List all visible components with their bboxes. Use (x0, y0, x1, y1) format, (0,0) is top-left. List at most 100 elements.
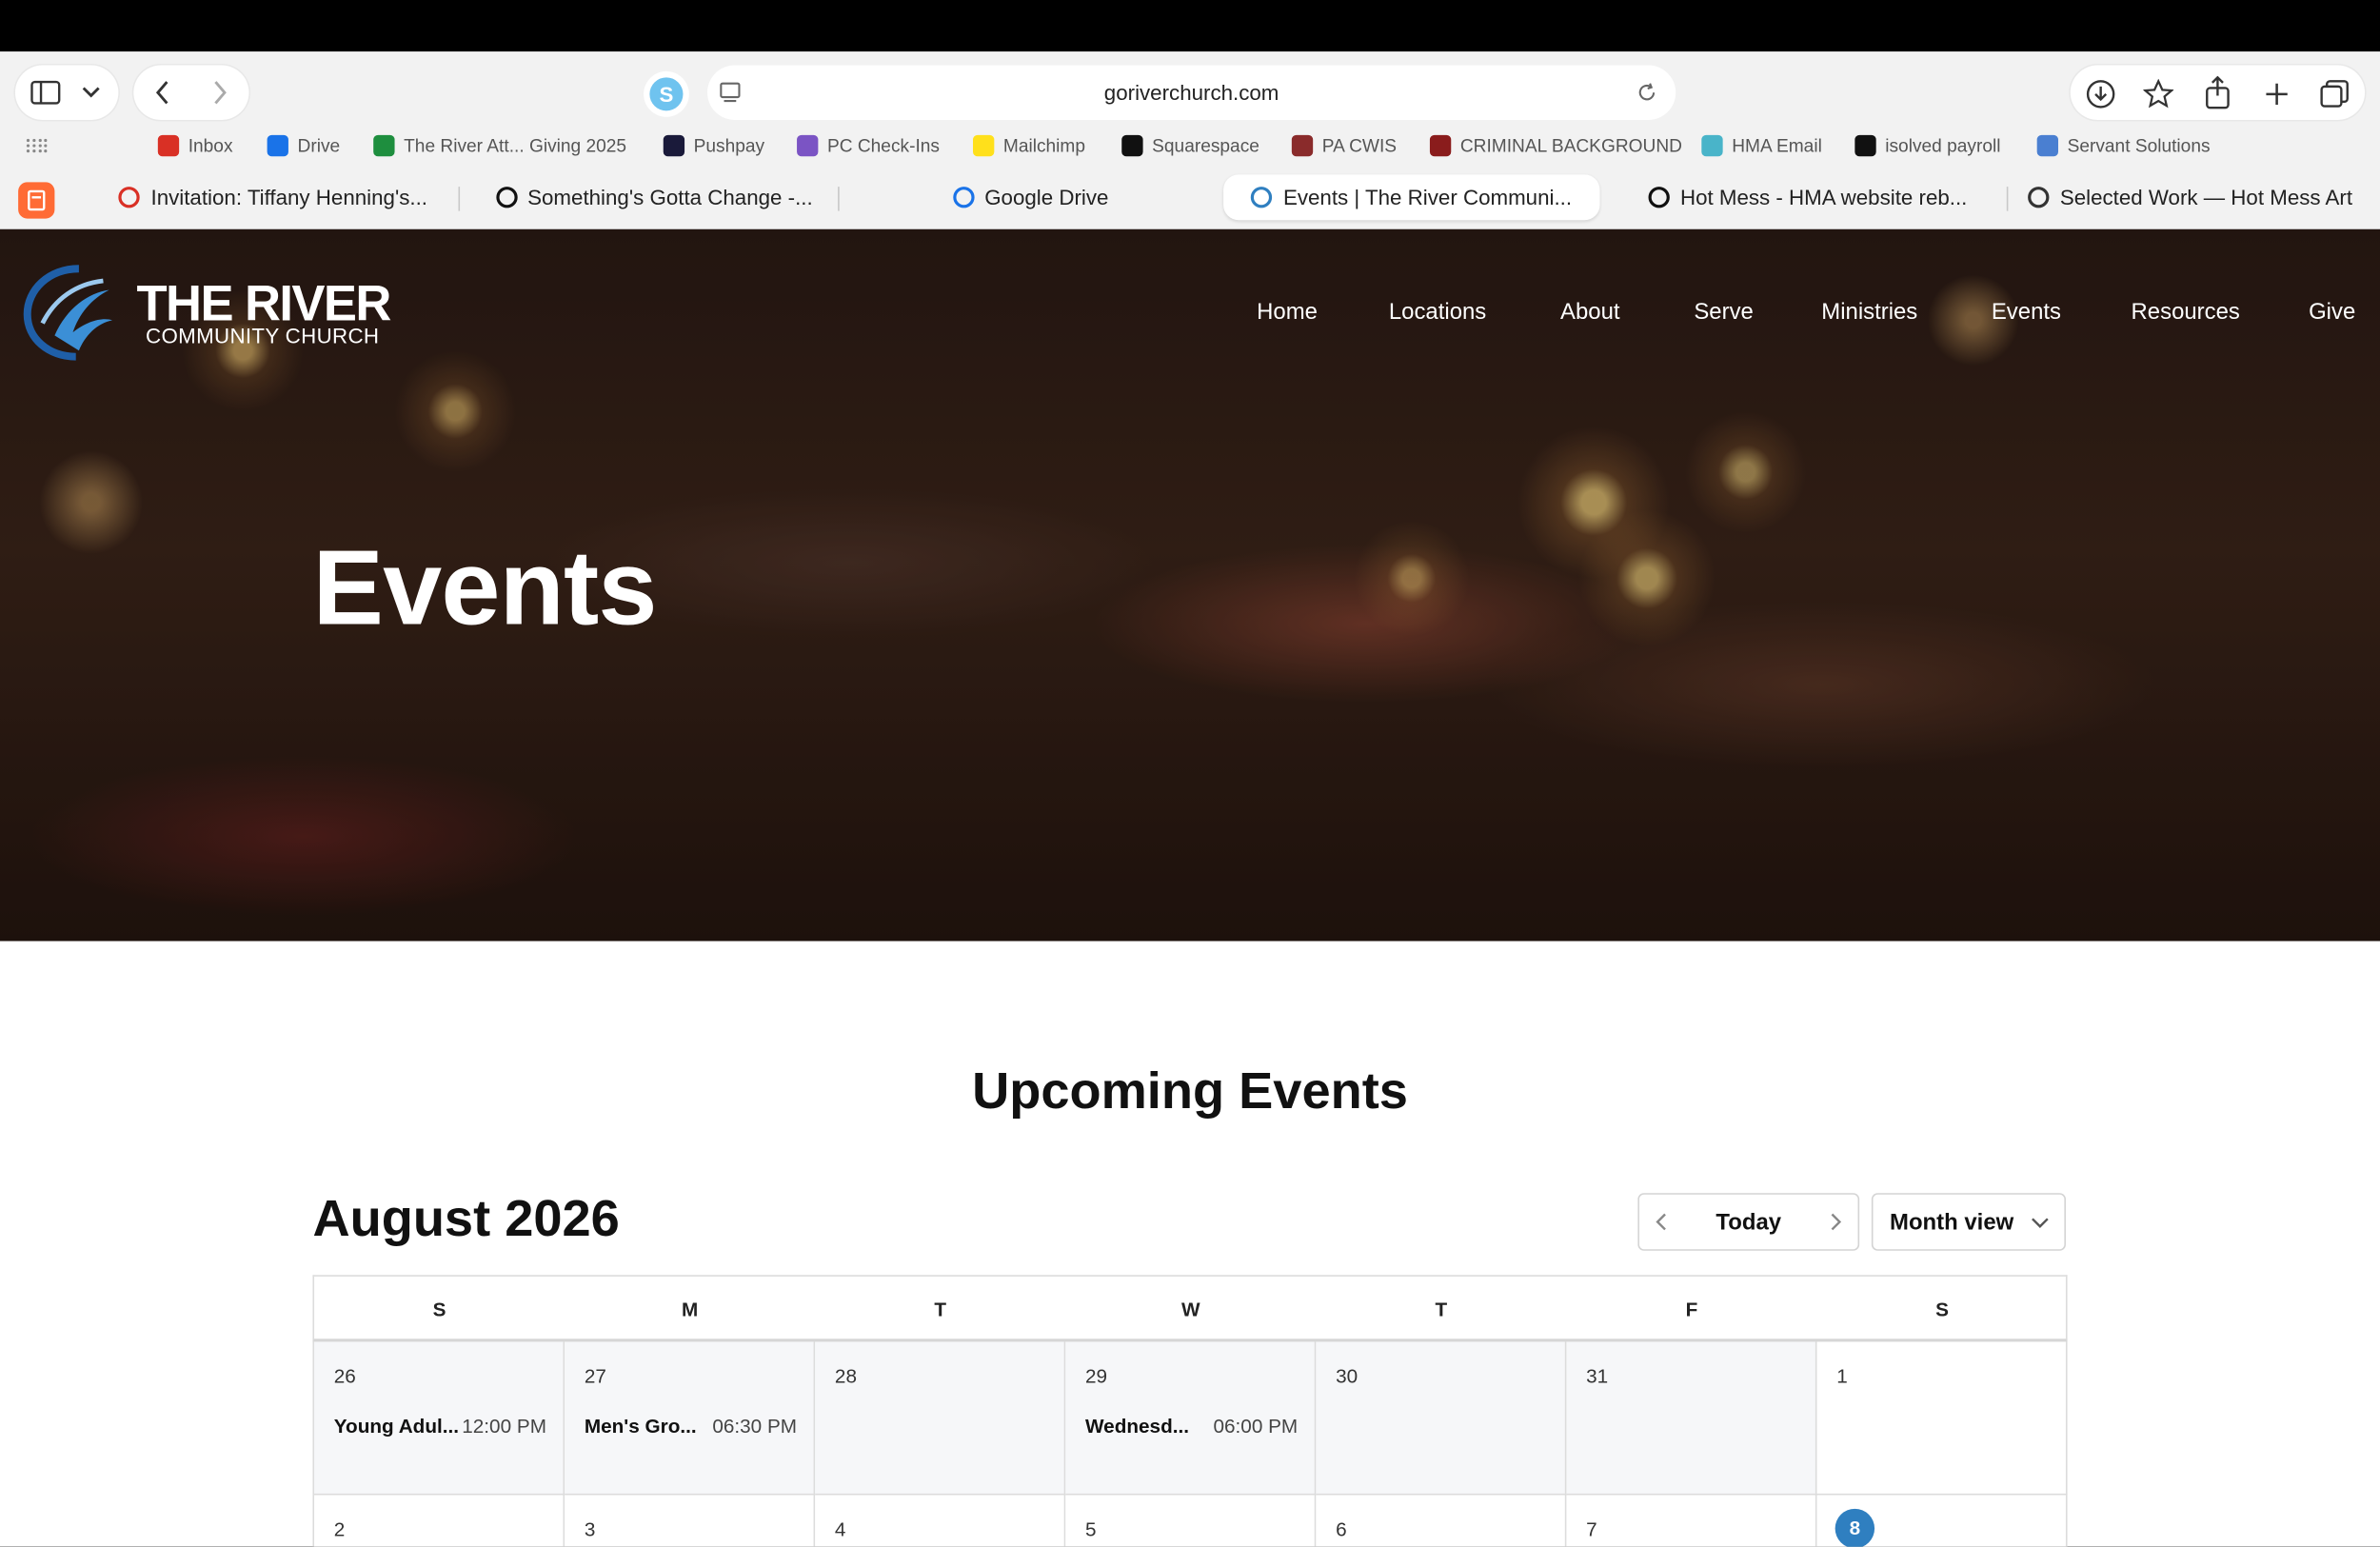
weekday-sun: S (432, 1298, 446, 1321)
forward-icon[interactable] (207, 77, 234, 108)
browser-tab-4[interactable]: Events | The River Communi... (1223, 174, 1600, 221)
reload-icon[interactable] (1634, 79, 1661, 107)
today-date-badge: 8 (1835, 1508, 1875, 1547)
day-number: 31 (1586, 1364, 1609, 1388)
bookmark-label: PC Check-Ins (826, 134, 940, 157)
bookmark-5[interactable]: PC Check-Ins (797, 134, 940, 157)
gmail-icon (119, 187, 141, 208)
view-select[interactable]: Month view (1871, 1193, 2066, 1251)
bookmark-12[interactable]: Servant Solutions (2036, 134, 2211, 157)
back-icon[interactable] (149, 77, 176, 108)
extension-s-icon[interactable]: S (644, 70, 689, 117)
bookmark-star-icon[interactable] (2142, 77, 2175, 110)
calendar-day-cell[interactable]: 31 (1566, 1341, 1817, 1496)
next-month-icon[interactable] (1828, 1210, 1843, 1241)
nav-locations[interactable]: Locations (1389, 299, 1486, 325)
weekday-sat: S (1935, 1298, 1949, 1321)
day-number: 28 (834, 1364, 857, 1388)
calendar-day-cell[interactable]: 3 (565, 1495, 816, 1547)
nav-events[interactable]: Events (1992, 299, 2061, 325)
chevron-down-icon[interactable] (79, 81, 104, 106)
browser-tab-3[interactable]: Google Drive (850, 174, 1211, 220)
nav-serve[interactable]: Serve (1694, 299, 1753, 325)
calendar-day-cell[interactable]: 29 Wednesd... 06:00 PM (1065, 1341, 1317, 1496)
tab-title: Invitation: Tiffany Henning's... (150, 185, 427, 210)
menu-bar (0, 0, 2380, 52)
browser-tab-6[interactable]: Selected Work — Hot Mess Art (2004, 174, 2377, 220)
hma-icon (1701, 134, 1723, 157)
tab-title: Something's Gotta Change -... (527, 185, 813, 210)
openai-icon (1648, 187, 1670, 208)
day-number: 30 (1336, 1364, 1359, 1388)
nav-resources[interactable]: Resources (2132, 299, 2240, 325)
gmail-icon (157, 134, 180, 157)
page-title: Events (312, 527, 657, 647)
calendar-day-cell[interactable]: 6 (1316, 1495, 1567, 1547)
calendar-day-cell[interactable]: 7 (1566, 1495, 1817, 1547)
calendar-day-cell[interactable]: 26 Young Adul... 12:00 PM (314, 1341, 565, 1496)
weekday-fri: F (1685, 1298, 1698, 1321)
bookmark-2[interactable]: Drive (267, 134, 340, 157)
pushpay-icon (663, 134, 685, 157)
date-navigation: Today (1637, 1193, 1860, 1251)
site-logo[interactable]: THE RIVER COMMUNITY CHURCH (21, 263, 391, 363)
day-number: 7 (1586, 1517, 1597, 1541)
weekday-thu: T (1435, 1298, 1448, 1321)
apps-grid-icon[interactable] (25, 135, 50, 156)
screen: S goriverchurch.com Inbox Drive The Rive… (0, 0, 2380, 1547)
calendar-day-cell[interactable]: 4 (815, 1495, 1066, 1547)
browser-tab-1[interactable]: Invitation: Tiffany Henning's... (91, 174, 456, 220)
calendar-day-cell[interactable]: 5 (1065, 1495, 1317, 1547)
tab-title: Google Drive (984, 185, 1109, 210)
new-tab-icon[interactable] (2260, 77, 2293, 110)
bookmark-8[interactable]: PA CWIS (1291, 134, 1397, 157)
calendar-day-cell[interactable]: 30 (1316, 1341, 1567, 1496)
event-title: Wednesd... (1084, 1414, 1190, 1438)
bookmark-10[interactable]: HMA Email (1701, 134, 1822, 157)
event-time: 06:30 PM (712, 1414, 798, 1438)
nav-about[interactable]: About (1560, 299, 1620, 325)
event-time: 06:00 PM (1213, 1414, 1299, 1438)
sidebar-toggle-icon[interactable] (28, 77, 64, 108)
bookmark-11[interactable]: isolved payroll (1854, 134, 2000, 157)
weekday-wed: W (1181, 1298, 1200, 1321)
bookmark-9[interactable]: CRIMINAL BACKGROUND (1429, 134, 1682, 157)
event-title: Men's Gro... (584, 1414, 697, 1438)
tab-overview-icon[interactable] (2318, 77, 2351, 110)
calendar-day-cell[interactable]: 2 (314, 1495, 565, 1547)
share-icon[interactable] (2201, 74, 2234, 110)
address-bar[interactable]: goriverchurch.com (706, 65, 1676, 120)
calendar-day-cell[interactable]: 1 (1816, 1341, 2068, 1496)
bookmark-label: Mailchimp (1002, 134, 1086, 157)
river-logo-icon (23, 265, 112, 361)
bookmark-4[interactable]: Pushpay (663, 134, 764, 157)
section-title: Upcoming Events (972, 1062, 1408, 1121)
tab-title: Selected Work — Hot Mess Art (2059, 185, 2353, 210)
event-title: Young Adul... (333, 1414, 460, 1438)
day-number: 26 (333, 1364, 356, 1388)
bookmark-label: CRIMINAL BACKGROUND (1459, 134, 1682, 157)
browser-tab-2[interactable]: Something's Gotta Change -... (473, 174, 834, 220)
calendar-day-cell[interactable]: 28 (815, 1341, 1066, 1496)
bookmark-1[interactable]: Inbox (157, 134, 233, 157)
mailchimp-icon (973, 134, 995, 157)
bookmark-3[interactable]: The River Att... Giving 2025 (373, 134, 626, 157)
calendar-day-cell[interactable]: 8 (1816, 1495, 2068, 1547)
day-number: 3 (584, 1517, 596, 1541)
bookmark-6[interactable]: Mailchimp (973, 134, 1086, 157)
bookmark-label: Squarespace (1152, 134, 1259, 157)
tab-group-icon[interactable] (18, 182, 55, 219)
nav-give[interactable]: Give (2309, 299, 2355, 325)
download-icon[interactable] (2084, 77, 2117, 110)
squarespace-icon (1121, 134, 1143, 157)
view-select-label: Month view (1890, 1209, 2014, 1236)
nav-home[interactable]: Home (1257, 299, 1318, 325)
url-text: goriverchurch.com (1103, 80, 1279, 106)
bookmark-7[interactable]: Squarespace (1121, 134, 1259, 157)
today-button[interactable]: Today (1639, 1210, 1858, 1236)
weekday-tue: T (934, 1298, 947, 1321)
nav-ministries[interactable]: Ministries (1821, 299, 1917, 325)
bookmarks-bar: Inbox Drive The River Att... Giving 2025 Pu… (0, 128, 2380, 164)
calendar-day-cell[interactable]: 27 Men's Gro... 06:30 PM (565, 1341, 816, 1496)
browser-tab-5[interactable]: Hot Mess - HMA website reb... (1612, 174, 2003, 220)
